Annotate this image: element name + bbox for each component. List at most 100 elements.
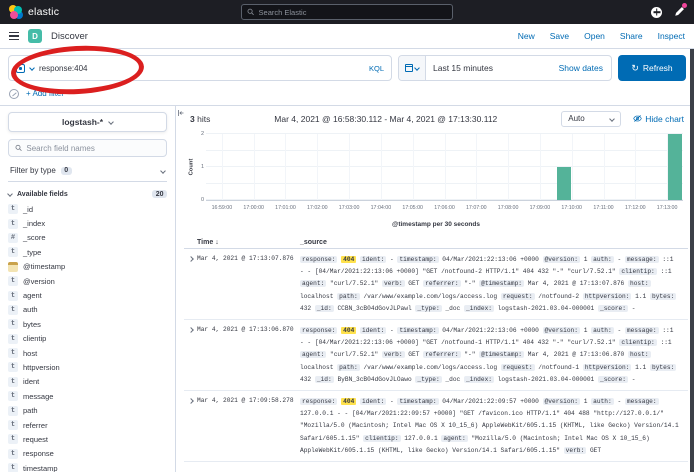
- source-field-name: @version:: [543, 327, 580, 334]
- newsfeed-icon[interactable]: [674, 6, 685, 19]
- filter-by-type-button[interactable]: Filter by type 0: [8, 164, 167, 182]
- field-item-response[interactable]: tresponse: [8, 447, 167, 461]
- time-column-header[interactable]: Time ↓: [184, 239, 300, 246]
- x-tick-label: 17:13:00: [657, 205, 678, 211]
- inspect-button[interactable]: Inspect: [658, 31, 685, 41]
- discover-app-badge[interactable]: D: [28, 29, 42, 43]
- histogram-plot: 01216:59:0017:00:0017:01:0017:02:0017:03…: [206, 134, 683, 201]
- global-search-input[interactable]: [259, 8, 447, 17]
- header-actions: New Save Open Share Inspect: [518, 31, 685, 41]
- field-item-timestamp[interactable]: @timestamp: [8, 260, 167, 274]
- histogram-bar[interactable]: [668, 134, 682, 200]
- source-field-name: agent:: [441, 435, 467, 442]
- source-field-value: /var/www/example.com/logs/access.log: [363, 293, 497, 300]
- source-field-name: bytes:: [650, 293, 676, 300]
- field-item-httpversion[interactable]: thttpversion: [8, 360, 167, 374]
- saved-query-icon[interactable]: [16, 64, 25, 73]
- row-timestamp: Mar 4, 2021 @ 17:13:06.870: [197, 325, 300, 386]
- source-field-value: 04/Mar/2021:22:13:06 +0000: [442, 256, 539, 263]
- table-row: Mar 4, 2021 @ 17:13:07.876response: 404 …: [184, 249, 688, 320]
- share-button[interactable]: Share: [620, 31, 643, 41]
- string-field-icon: t: [8, 420, 18, 430]
- field-search-input[interactable]: [26, 144, 160, 153]
- gridline: [445, 134, 446, 200]
- filter-settings-icon[interactable]: [9, 89, 19, 99]
- number-field-icon: #: [8, 233, 18, 243]
- field-item-agent[interactable]: tagent: [8, 288, 167, 302]
- gridline: [604, 134, 605, 200]
- field-item-referrer[interactable]: treferrer: [8, 418, 167, 432]
- source-field-name: clientip:: [619, 339, 656, 346]
- field-item-ident[interactable]: tident: [8, 375, 167, 389]
- gridline: [349, 134, 350, 200]
- query-language-toggle[interactable]: KQL: [369, 64, 384, 73]
- string-field-icon: t: [8, 463, 18, 472]
- open-button[interactable]: Open: [584, 31, 605, 41]
- x-tick-label: 17:06:00: [434, 205, 455, 211]
- field-item-id[interactable]: t_id: [8, 202, 167, 216]
- source-field-value: -: [390, 327, 394, 334]
- source-field-value: "curl/7.52.1": [330, 351, 378, 358]
- available-fields-header[interactable]: Available fields 20: [8, 190, 167, 198]
- menu-icon[interactable]: [9, 32, 19, 40]
- refresh-button[interactable]: ↻ Refresh: [618, 55, 686, 81]
- expand-row-icon[interactable]: [184, 325, 197, 386]
- save-button[interactable]: Save: [550, 31, 569, 41]
- time-range-value[interactable]: Last 15 minutes: [426, 63, 500, 73]
- expand-row-icon[interactable]: [184, 254, 197, 315]
- field-search-box[interactable]: [8, 139, 167, 157]
- source-field-name: _index:: [464, 376, 494, 383]
- new-button[interactable]: New: [518, 31, 535, 41]
- expand-row-icon[interactable]: [184, 396, 197, 457]
- app-header: D Discover New Save Open Share Inspect: [0, 24, 694, 49]
- source-field-name: verb:: [382, 280, 405, 287]
- field-item-clientip[interactable]: tclientip: [8, 332, 167, 346]
- collapse-sidebar-icon[interactable]: [177, 109, 185, 117]
- field-item-request[interactable]: trequest: [8, 432, 167, 446]
- date-quick-select[interactable]: [399, 56, 426, 80]
- add-filter-link[interactable]: + Add filter: [26, 89, 64, 98]
- vertical-scrollbar[interactable]: [690, 49, 694, 472]
- help-icon[interactable]: [651, 7, 662, 18]
- source-field-name: @version:: [543, 398, 580, 405]
- hide-chart-link[interactable]: Hide chart: [633, 114, 684, 124]
- source-field-value: 432: [300, 305, 311, 312]
- source-field-value: 127.0.0.1: [404, 435, 437, 442]
- histogram-bar[interactable]: [557, 167, 571, 200]
- global-header: elastic: [0, 0, 694, 24]
- field-item-version[interactable]: t@version: [8, 274, 167, 288]
- interval-select[interactable]: Auto: [561, 111, 621, 127]
- field-item-bytes[interactable]: tbytes: [8, 317, 167, 331]
- show-dates-link[interactable]: Show dates: [559, 63, 611, 73]
- source-field-name: _index:: [464, 305, 494, 312]
- field-item-auth[interactable]: tauth: [8, 303, 167, 317]
- field-item-index[interactable]: t_index: [8, 216, 167, 230]
- chevron-down-icon[interactable]: [29, 65, 35, 71]
- brand-name: elastic: [28, 6, 59, 18]
- field-item-path[interactable]: tpath: [8, 403, 167, 417]
- query-input[interactable]: [39, 64, 364, 73]
- source-field-value: ByBN_3cB04dGovJLOawo: [337, 376, 411, 383]
- notification-dot: [682, 3, 687, 8]
- query-input-box[interactable]: KQL: [8, 55, 392, 81]
- elastic-logo-icon: [9, 5, 23, 19]
- source-field-value: GET: [408, 280, 419, 287]
- field-item-timestamp[interactable]: ttimestamp: [8, 461, 167, 472]
- field-item-score[interactable]: #_score: [8, 231, 167, 245]
- index-pattern-select[interactable]: logstash-*: [8, 112, 167, 132]
- string-field-icon: t: [8, 348, 18, 358]
- field-item-type[interactable]: t_type: [8, 245, 167, 259]
- highlighted-value: 404: [341, 256, 356, 263]
- field-item-message[interactable]: tmessage: [8, 389, 167, 403]
- x-tick-label: 17:11:00: [593, 205, 613, 211]
- field-name: bytes: [23, 320, 41, 329]
- global-search-box[interactable]: [241, 4, 453, 20]
- gridline: [317, 134, 318, 200]
- source-field-value: ::1: [660, 339, 671, 346]
- elastic-logo[interactable]: elastic: [9, 5, 59, 19]
- search-icon: [15, 144, 22, 152]
- field-item-host[interactable]: thost: [8, 346, 167, 360]
- source-field-name: _type:: [415, 376, 441, 383]
- available-fields-count-badge: 20: [152, 190, 167, 198]
- field-name: clientip: [23, 334, 46, 343]
